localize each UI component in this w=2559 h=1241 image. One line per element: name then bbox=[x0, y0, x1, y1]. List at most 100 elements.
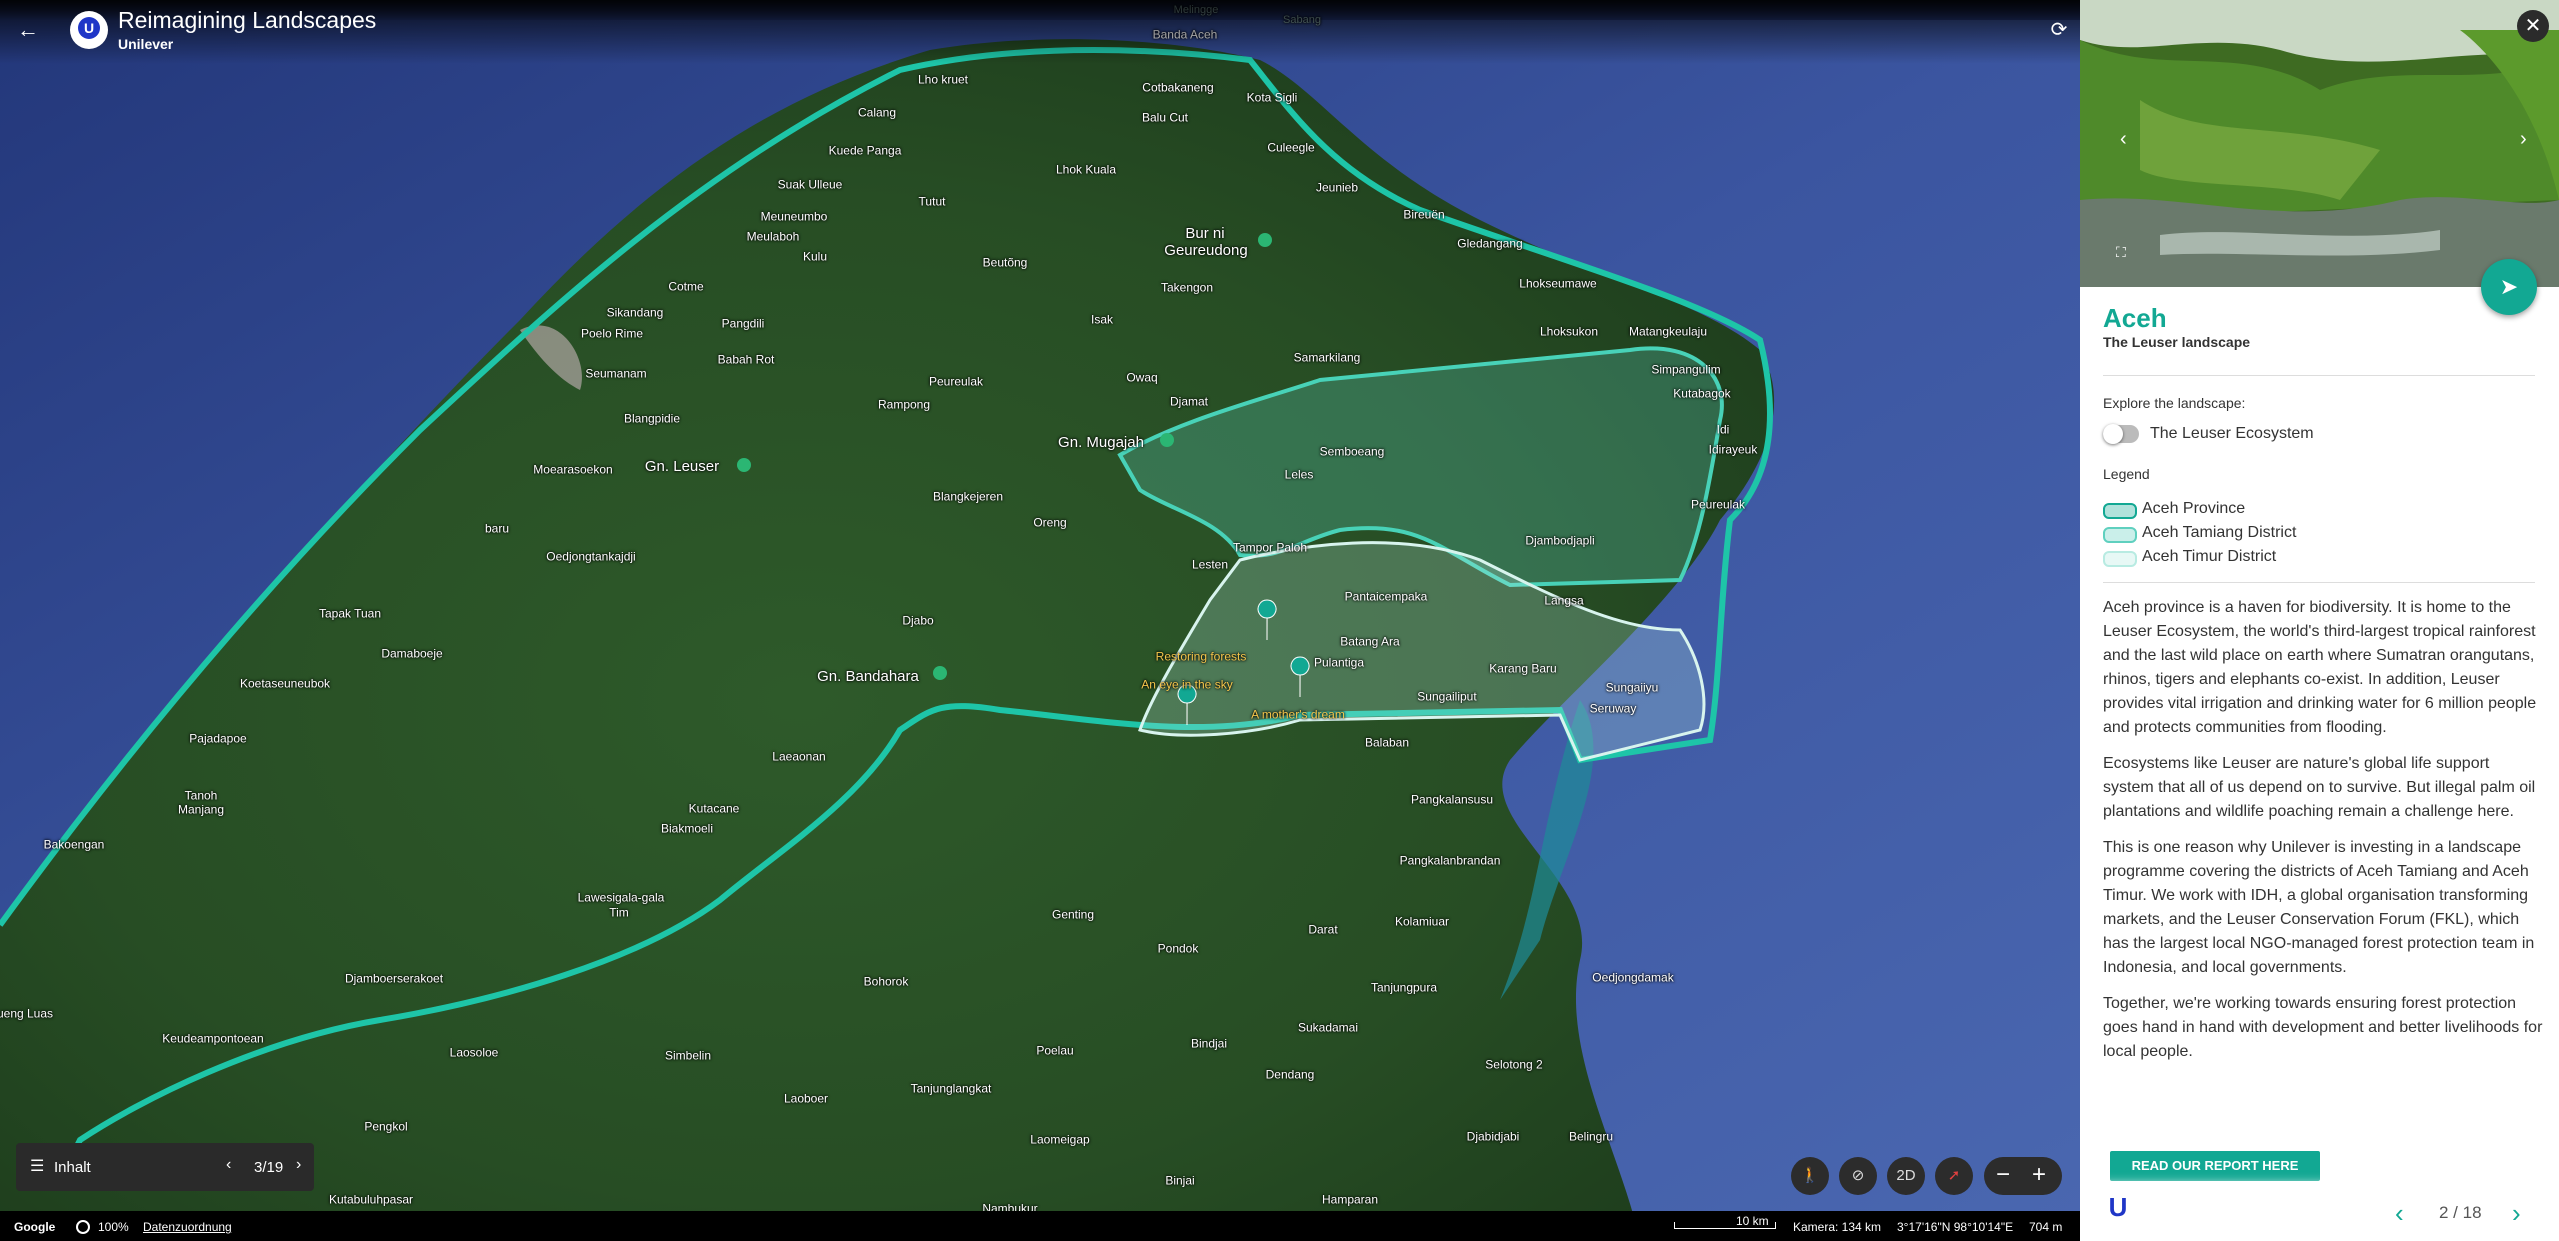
list-icon: ☰ bbox=[30, 1158, 45, 1175]
place-label: Meuneumbo bbox=[760, 209, 828, 224]
table-of-contents[interactable]: ☰ Inhalt ‹ 3/19 › bbox=[16, 1143, 314, 1191]
place-label: Lho kruet bbox=[917, 72, 969, 87]
place-label: Tim bbox=[609, 905, 629, 920]
panel-body: Aceh province is a haven for biodiversit… bbox=[2103, 596, 2543, 1076]
legend-swatch bbox=[2103, 551, 2137, 567]
place-label: Beutõng bbox=[982, 255, 1028, 270]
place-label: Dendang bbox=[1265, 1067, 1315, 1082]
place-label: Gn. Leuser bbox=[644, 457, 720, 475]
place-label: Laoboer bbox=[783, 1091, 829, 1106]
place-label: Calang bbox=[857, 105, 897, 120]
legend-heading: Legend bbox=[2103, 466, 2150, 482]
read-report-button[interactable]: READ OUR REPORT HERE bbox=[2110, 1151, 2320, 1181]
toc-prev-button[interactable]: ‹ bbox=[226, 1156, 231, 1174]
unilever-logo: U bbox=[70, 11, 108, 49]
map-view[interactable]: Banda AcehMelinggeSabangLho kruetCotbaka… bbox=[0, 0, 2080, 1241]
place-label: Jeunieb bbox=[1315, 180, 1359, 195]
toc-label: Inhalt bbox=[54, 1159, 91, 1176]
place-label: Koetaseuneubok bbox=[239, 676, 331, 691]
legend-swatch bbox=[2103, 527, 2137, 543]
place-label: Kutabagok bbox=[1673, 386, 1731, 401]
story-label[interactable]: An eye in the sky bbox=[1141, 678, 1232, 691]
place-label: Suak Ulleue bbox=[777, 177, 843, 192]
legend-item-label: Aceh Province bbox=[2142, 500, 2246, 517]
panel-prev-button[interactable]: ‹ bbox=[2395, 1198, 2404, 1229]
place-label: Darat bbox=[1308, 922, 1338, 937]
zoom-out-button[interactable]: − bbox=[1996, 1162, 2010, 1188]
compass-icon[interactable]: ➚ bbox=[1935, 1157, 1973, 1195]
place-label: Sikandang bbox=[606, 305, 664, 320]
place-label: Binjai bbox=[1165, 1173, 1195, 1188]
toc-counter: 3/19 bbox=[254, 1159, 284, 1176]
place-label: Tutut bbox=[918, 194, 946, 209]
place-label: Manjang bbox=[177, 802, 225, 817]
panel-subtitle: The Leuser landscape bbox=[2103, 334, 2251, 350]
place-label: Bohorok bbox=[863, 974, 909, 989]
place-label: Oedjongtankajdji bbox=[546, 549, 636, 564]
tilt-icon[interactable]: ⊘ bbox=[1839, 1157, 1877, 1195]
place-label: Kutabuluhpasar bbox=[328, 1192, 414, 1207]
place-label: Idirayeuk bbox=[1708, 442, 1758, 457]
zoom-control: − + bbox=[1984, 1157, 2062, 1195]
photo-next-icon[interactable]: › bbox=[2520, 128, 2527, 151]
story-label[interactable]: A mother's dream bbox=[1251, 708, 1345, 721]
mode-2d-button[interactable]: 2D bbox=[1887, 1157, 1925, 1195]
place-label: Gn. Bandahara bbox=[817, 667, 919, 685]
place-label: Biakmoeli bbox=[660, 821, 714, 836]
panel-page-counter: 2 / 18 bbox=[2439, 1203, 2482, 1222]
place-label: Sungailiput bbox=[1417, 689, 1477, 704]
app-subtitle: Unilever bbox=[118, 36, 174, 52]
place-label: Kota Sigli bbox=[1246, 90, 1298, 105]
leuser-ecosystem-toggle[interactable] bbox=[2103, 424, 2139, 444]
reset-view-icon[interactable]: ⟳ bbox=[2046, 17, 2072, 43]
body-paragraph: Ecosystems like Leuser are nature's glob… bbox=[2103, 755, 2536, 820]
place-label: Karang Baru bbox=[1489, 661, 1557, 676]
legend-item-label: Aceh Timur District bbox=[2142, 548, 2277, 565]
place-label: Oedjongdamak bbox=[1592, 970, 1674, 985]
place-label: Laosoloe bbox=[449, 1045, 499, 1060]
place-label: Owaq bbox=[1126, 370, 1158, 385]
fullscreen-icon[interactable]: ⛶ bbox=[2116, 244, 2126, 261]
attribution-link[interactable]: Datenzuordnung bbox=[143, 1220, 232, 1234]
unilever-logo: U bbox=[2108, 1192, 2128, 1222]
place-label: Laomeigap bbox=[1030, 1132, 1090, 1147]
share-icon[interactable]: ➤ bbox=[2481, 259, 2537, 315]
top-bar: ← U Reimagining Landscapes Unilever ⟳ bbox=[0, 0, 2080, 64]
scale-bar bbox=[1674, 1222, 1776, 1229]
info-panel: ‹ › ⛶ ➤ Aceh The Leuser landscape Explor… bbox=[2080, 0, 2559, 1241]
place-label: Pengkol bbox=[364, 1119, 408, 1134]
place-label: Samarkilang bbox=[1293, 350, 1361, 365]
coordinates: 3°17'16"N 98°10'14"E bbox=[1897, 1220, 2014, 1234]
place-label: Blangpidie bbox=[623, 411, 681, 426]
zoom-in-button[interactable]: + bbox=[2032, 1162, 2046, 1188]
camera-altitude: Kamera: 134 km bbox=[1793, 1220, 1882, 1234]
close-panel-button[interactable]: ✕ bbox=[2517, 10, 2549, 42]
rainforest-photo[interactable]: ‹ › ⛶ bbox=[2080, 0, 2559, 287]
place-label: Batang Ara bbox=[1340, 634, 1400, 649]
body-paragraph: Aceh province is a haven for biodiversit… bbox=[2103, 599, 2537, 736]
place-label: Kolamiuar bbox=[1394, 914, 1450, 929]
place-label: Takengon bbox=[1160, 280, 1214, 295]
toc-next-button[interactable]: › bbox=[296, 1156, 301, 1174]
explore-label: Explore the landscape: bbox=[2103, 395, 2246, 411]
place-label: Lhoksukon bbox=[1539, 324, 1599, 339]
place-label: Djabidjabi bbox=[1466, 1129, 1520, 1144]
place-label: Moearasoekon bbox=[533, 462, 613, 477]
photo-prev-icon[interactable]: ‹ bbox=[2120, 128, 2127, 151]
panel-title: Aceh bbox=[2103, 303, 2167, 333]
place-label: Cotme bbox=[668, 279, 704, 294]
story-label[interactable]: Restoring forests bbox=[1156, 650, 1247, 663]
panel-next-button[interactable]: › bbox=[2512, 1198, 2521, 1229]
loading-icon bbox=[76, 1220, 90, 1234]
place-label: Lhokseumawe bbox=[1519, 276, 1597, 291]
pegman-icon[interactable]: 🚶 bbox=[1791, 1157, 1829, 1195]
place-label: Tanoh bbox=[184, 788, 218, 803]
place-label: Gn. Mugajah bbox=[1058, 433, 1144, 451]
google-logo: Google bbox=[14, 1220, 56, 1234]
unilever-u-icon: U bbox=[78, 17, 100, 39]
back-button[interactable]: ← bbox=[14, 16, 42, 44]
place-label: Tanjunglangkat bbox=[910, 1081, 992, 1096]
place-label: Seruway bbox=[1589, 701, 1637, 716]
place-label: Kutacane bbox=[688, 801, 740, 816]
place-label: Gledangang bbox=[1457, 236, 1523, 251]
